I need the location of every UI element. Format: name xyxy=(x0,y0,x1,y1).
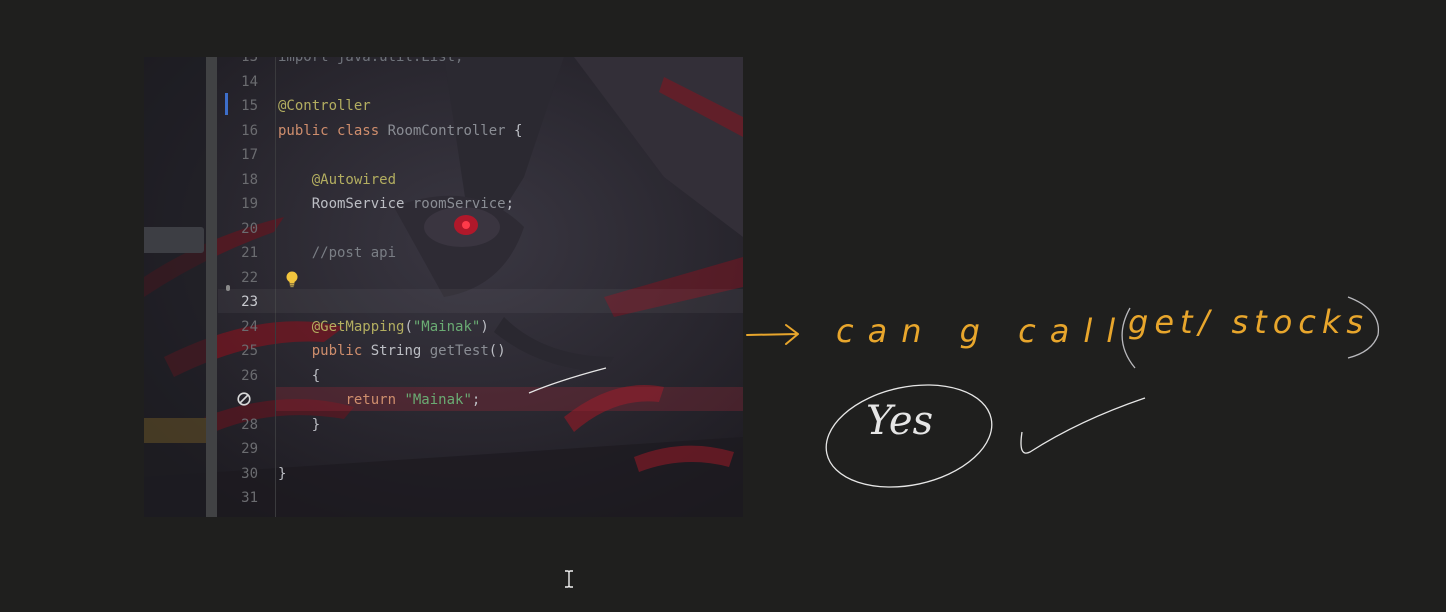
code-token: () xyxy=(488,343,506,359)
text-cursor-icon xyxy=(565,570,573,588)
code-line[interactable]: 16 public class RoomController { xyxy=(144,119,743,144)
code-token: ; xyxy=(505,196,515,212)
code-line[interactable]: 26 { xyxy=(144,364,743,389)
code-token: @Controller xyxy=(278,98,371,114)
code-text[interactable]: @Autowired xyxy=(278,168,396,193)
code-line[interactable]: 19 RoomService roomService; xyxy=(144,192,743,217)
annotation-endpoint: get/ stocks xyxy=(1128,303,1370,341)
line-number[interactable]: 31 xyxy=(218,486,258,511)
code-token: RoomService xyxy=(278,196,413,212)
line-number[interactable]: 16 xyxy=(218,119,258,144)
code-token: "Mainak" xyxy=(404,392,472,408)
line-number[interactable]: 29 xyxy=(218,437,258,462)
ink-checkmark xyxy=(1020,397,1146,454)
code-token: ( xyxy=(404,318,413,335)
code-token: getTest xyxy=(429,343,489,359)
code-text[interactable]: RoomService roomService; xyxy=(278,192,514,217)
ink-bracket xyxy=(1121,296,1380,369)
code-text[interactable]: @Controller xyxy=(278,94,371,119)
code-token: public xyxy=(278,122,338,139)
code-token: { xyxy=(505,122,523,139)
line-number[interactable]: 21 xyxy=(218,241,258,266)
code-token: "Mainak" xyxy=(412,318,481,335)
code-line[interactable]: 14 xyxy=(144,70,743,95)
code-token: roomService xyxy=(412,196,506,212)
code-text[interactable]: public String getTest() xyxy=(278,339,506,364)
line-number[interactable]: 22 xyxy=(218,266,258,291)
line-number[interactable]: 17 xyxy=(218,143,258,168)
line-number[interactable]: 14 xyxy=(218,70,258,95)
ink-circle xyxy=(825,384,993,488)
code-line[interactable]: 17 xyxy=(144,143,743,168)
code-text[interactable]: { xyxy=(278,364,320,389)
code-token: public xyxy=(311,343,371,359)
line-number[interactable]: 19 xyxy=(218,192,258,217)
code-line[interactable]: 18 @Autowired xyxy=(144,168,743,193)
line-number[interactable]: 23 xyxy=(218,290,258,315)
line-number[interactable]: 13 xyxy=(218,57,258,70)
code-text[interactable]: return "Mainak"; xyxy=(278,388,480,413)
code-line[interactable]: 28 } xyxy=(144,413,743,438)
line-number[interactable]: 24 xyxy=(218,315,258,340)
code-line[interactable]: 15 @Controller xyxy=(144,94,743,119)
code-token: import java.util.List; xyxy=(278,57,464,65)
code-line[interactable]: 21 //post api xyxy=(144,241,743,266)
code-text[interactable]: import java.util.List; xyxy=(278,57,463,70)
annotation-answer: Yes xyxy=(866,398,934,444)
code-text[interactable]: } xyxy=(278,462,286,487)
code-line[interactable]: 24 @GetMapping("Mainak") xyxy=(144,315,743,340)
annotation-question: can g call xyxy=(836,312,1130,350)
code-text[interactable]: //post api xyxy=(278,241,396,266)
line-number[interactable]: 28 xyxy=(218,413,258,438)
code-token: RoomController xyxy=(387,122,506,139)
line-number[interactable]: 20 xyxy=(218,217,258,242)
code-line[interactable]: 20 xyxy=(144,217,743,242)
line-number[interactable]: 26 xyxy=(218,364,258,389)
ink-arrow xyxy=(746,324,799,345)
code-token: //post api xyxy=(278,245,397,261)
code-editor[interactable]: 13 import java.util.List; 14 15 @Controller 1… xyxy=(144,57,743,517)
line-number[interactable]: 15 xyxy=(218,94,258,119)
lightbulb-icon[interactable] xyxy=(284,270,300,288)
line-number[interactable]: 30 xyxy=(218,462,258,487)
code-token: ) xyxy=(480,318,489,335)
code-line[interactable]: 31 xyxy=(144,486,743,511)
code-line[interactable]: 25 public String getTest() xyxy=(144,339,743,364)
code-text[interactable]: public class RoomController { xyxy=(278,119,522,144)
code-line[interactable]: 30} xyxy=(144,462,743,487)
code-line[interactable]: 22 xyxy=(144,266,743,291)
line-number[interactable]: 18 xyxy=(218,168,258,193)
code-token: } xyxy=(278,465,287,482)
code-text[interactable]: @GetMapping("Mainak") xyxy=(278,315,489,340)
code-token: @Autowired xyxy=(311,171,397,188)
code-line[interactable]: return "Mainak"; xyxy=(144,388,743,413)
code-token: ; xyxy=(471,392,481,408)
code-line[interactable]: 29 xyxy=(144,437,743,462)
code-token: String xyxy=(370,343,430,359)
code-text[interactable]: } xyxy=(278,413,320,438)
code-line[interactable]: 13 import java.util.List; xyxy=(144,57,743,70)
code-token: return xyxy=(345,392,405,408)
code-token: @GetMapping xyxy=(311,318,405,335)
code-token: { xyxy=(278,367,321,384)
line-number[interactable]: 25 xyxy=(218,339,258,364)
code-line[interactable]: 23 xyxy=(144,290,743,315)
code-token: class xyxy=(337,122,388,139)
code-token: } xyxy=(278,416,321,433)
breakpoint-disabled-icon[interactable] xyxy=(236,391,252,407)
